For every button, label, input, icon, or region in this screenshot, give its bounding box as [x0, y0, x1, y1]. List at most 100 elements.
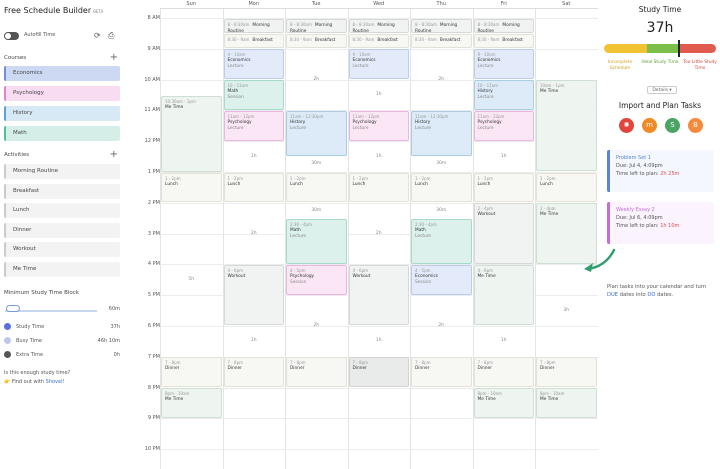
calendar-event[interactable]: 7 - 8pm Dinner — [536, 357, 597, 388]
course-chip[interactable]: Economics — [4, 66, 120, 81]
autofill-toggle[interactable] — [4, 32, 19, 40]
add-activity-icon[interactable]: + — [110, 149, 118, 160]
event-time: 8 - 8:30am — [415, 21, 437, 27]
calendar-event[interactable]: 1 - 2pm Lunch — [161, 172, 222, 203]
free-time-label: 2h — [438, 323, 445, 328]
enough-question: Is this enough study time? — [4, 370, 71, 376]
calendar-event[interactable]: 7 - 8pm Dinner — [411, 357, 472, 388]
calendar-event[interactable]: 11am - 12:30pm History Lecture — [286, 110, 347, 157]
calendar-event[interactable]: 1 - 2pm Lunch — [348, 172, 409, 203]
moodle-icon[interactable]: m — [642, 118, 657, 133]
brightspace-icon[interactable]: B — [688, 118, 703, 133]
legend-row: Extra Time 0h — [4, 351, 120, 359]
calendar-event[interactable]: 10 - 11am History Lecture — [473, 80, 534, 110]
calendar-event[interactable]: 10:30am - 1pm Me Time — [161, 95, 222, 172]
legend-label: Extra Time — [16, 352, 44, 358]
calendar-event[interactable]: 11am - 12pm Psychology Lecture — [223, 110, 284, 141]
study-scale-label: Ideal Study Time — [641, 60, 679, 65]
calendar-event[interactable]: 7 - 8pm Dinner — [161, 357, 222, 388]
calendar-event[interactable]: 7 - 8pm Dinner — [223, 357, 284, 388]
free-time-label: 30m — [311, 207, 322, 213]
task-left-prefix: Time left to plan: — [616, 223, 659, 229]
event-time: 8:30 - 9am — [290, 36, 312, 42]
legend-dot — [4, 351, 11, 358]
calendar-event[interactable]: 1 - 2pm Lunch — [473, 172, 534, 203]
beta-badge: BETA — [93, 9, 104, 14]
print-icon[interactable]: ⎙ — [108, 31, 114, 41]
calendar-event[interactable]: 1 - 2pm Lunch — [536, 172, 597, 203]
calendar-event[interactable]: 1 - 2pm Lunch — [286, 172, 347, 203]
event-time: 8 - 8:30am — [352, 21, 375, 27]
activity-chip[interactable]: Me Time — [4, 261, 120, 277]
details-button[interactable]: Details ▾ — [647, 86, 677, 94]
calendar-event[interactable]: 8 - 8:30am Morning Routine — [411, 18, 472, 33]
free-time-label: 30m — [311, 161, 322, 167]
calendar-event[interactable]: 8pm - 10am Me Time — [473, 388, 534, 418]
calendar-event[interactable]: 2:30 - 4pm Math Lecture — [286, 218, 347, 264]
calendar-event[interactable]: 2 - 4pm Workout — [473, 203, 534, 264]
activity-chip[interactable]: Breakfast — [4, 183, 120, 199]
calendar-event[interactable]: 4 - 6pm Workout — [348, 264, 409, 326]
course-chip[interactable]: History — [4, 106, 120, 121]
calendar-event[interactable]: 1 - 2pm Lunch — [223, 172, 284, 203]
calendar-event[interactable]: 11am - 12pm Psychology Lecture — [473, 110, 534, 141]
calendar-event[interactable]: 7 - 8pm Dinner — [348, 357, 409, 388]
calendar-event[interactable]: 8pm - 10am Me Time — [536, 388, 597, 418]
calendar-event[interactable]: 8:30 - 9am Breakfast — [223, 33, 284, 49]
hour-label: 5 PM — [147, 292, 160, 299]
free-time-label: 1h — [500, 153, 507, 159]
calendar-event[interactable]: 1 - 2pm Lunch — [411, 172, 472, 203]
event-name: Lunch — [477, 181, 491, 187]
calendar-event[interactable]: 8:30 - 9am Breakfast — [473, 33, 534, 49]
event-name: Breakfast — [502, 37, 523, 43]
calendar-event[interactable]: 8 - 8:30am Morning Routine — [348, 18, 409, 33]
event-name: Breakfast — [314, 37, 336, 43]
calendar-event[interactable]: 11am - 12pm Psychology Lecture — [348, 110, 409, 141]
study-scale-label: Too Little Study Time — [683, 60, 717, 71]
refresh-icon[interactable]: ⟳ — [94, 31, 101, 40]
schoology-icon[interactable]: S — [665, 118, 680, 133]
calendar-event[interactable]: 8 - 8:30am Morning Routine — [223, 18, 284, 33]
calendar-event[interactable]: 8pm - 10am Me Time — [161, 388, 222, 418]
calendar-event[interactable]: 8:30 - 9am Breakfast — [348, 33, 409, 49]
add-course-icon[interactable]: + — [110, 52, 118, 63]
activity-chip[interactable]: Morning Routine — [4, 164, 120, 179]
event-name: Lunch — [415, 181, 428, 187]
legend-label: Study Time — [16, 324, 45, 330]
find-out-line: 👉 Find out with Shovel! — [4, 379, 65, 385]
free-time-label: 30m — [436, 207, 447, 213]
shovel-link[interactable]: Shovel! — [46, 379, 65, 385]
day-header: Wed — [347, 0, 410, 9]
activity-chip[interactable]: Lunch — [4, 203, 120, 218]
calendar-event[interactable]: 11am - 12:30pm History Lecture — [411, 110, 472, 157]
activity-chip[interactable]: Workout — [4, 242, 120, 257]
calendar-event[interactable]: 10 - 11am Math Session — [223, 80, 284, 110]
task-time-left: Time left to plan: 2h 25m — [616, 170, 708, 178]
calendar-event[interactable]: 4 - 5pm Psychology Session — [286, 264, 347, 295]
task-card[interactable]: Problem Set 1 Due: Jul 4, 4:09pm Time left… — [607, 150, 714, 192]
calendar-event[interactable]: 2:30 - 4pm Math Lecture — [411, 218, 472, 264]
calendar-event[interactable]: 9 - 10am Economics Lecture — [223, 49, 284, 80]
min-block-slider[interactable] — [5, 305, 20, 312]
calendar-event[interactable]: 7 - 8pm Dinner — [473, 357, 534, 388]
course-chip[interactable]: Psychology — [4, 86, 120, 101]
calendar-event[interactable]: 4 - 6pm Me Time — [473, 264, 534, 326]
calendar-event[interactable]: 8:30 - 9am Breakfast — [411, 33, 472, 49]
calendar-event[interactable]: 7 - 8pm Dinner — [286, 357, 347, 388]
calendar-event[interactable]: 4 - 5pm Economics Session — [411, 264, 472, 295]
event-name: Me Time — [165, 104, 184, 110]
calendar-event[interactable]: 9 - 10am Economics Lecture — [348, 49, 409, 80]
hour-label: 1 PM — [147, 169, 160, 175]
calendar-event[interactable]: 4 - 6pm Workout — [223, 264, 284, 326]
task-card[interactable]: Weekly Essay 2 Due: Jul 6, 4:09pm Time lef… — [607, 202, 714, 244]
activity-chip[interactable]: Dinner — [4, 222, 120, 238]
calendar-event[interactable]: 8 - 8:30am Morning Routine — [286, 18, 347, 33]
event-subtitle: Lecture — [477, 64, 494, 70]
calendar-event[interactable]: 10am - 1pm Me Time — [536, 80, 597, 172]
calendar-event[interactable]: 8 - 8:30am Morning Routine — [473, 18, 534, 33]
calendar-event[interactable]: 8:30 - 9am Breakfast — [286, 33, 347, 49]
canvas-icon[interactable]: ✺ — [619, 118, 634, 133]
calendar-event[interactable]: 9 - 10am Economics Lecture — [473, 49, 534, 80]
course-chip[interactable]: Math — [4, 126, 120, 141]
hour-label: 9 AM — [147, 45, 160, 52]
